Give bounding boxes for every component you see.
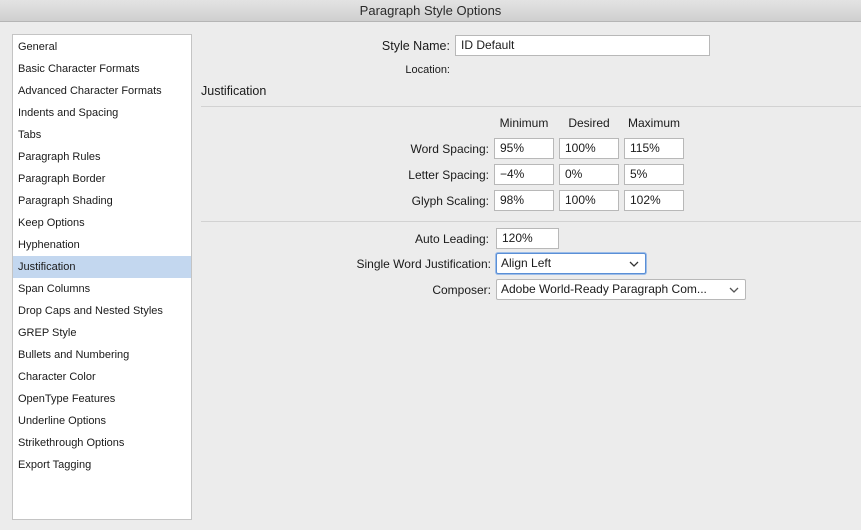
- sidebar-item-hyphenation[interactable]: Hyphenation: [13, 234, 191, 256]
- composer-label: Composer:: [432, 283, 491, 297]
- sidebar-item-tabs[interactable]: Tabs: [13, 124, 191, 146]
- word-spacing-maximum-input[interactable]: 115%: [624, 138, 684, 159]
- sidebar-item-indents-and-spacing[interactable]: Indents and Spacing: [13, 102, 191, 124]
- sidebar-item-grep-style[interactable]: GREP Style: [13, 322, 191, 344]
- chevron-down-icon: [628, 254, 640, 273]
- style-name-label: Style Name:: [381, 39, 450, 53]
- sidebar-item-character-color[interactable]: Character Color: [13, 366, 191, 388]
- sidebar-item-paragraph-rules[interactable]: Paragraph Rules: [13, 146, 191, 168]
- glyph-scaling-desired-input[interactable]: 100%: [559, 190, 619, 211]
- letter-spacing-desired-input[interactable]: 0%: [559, 164, 619, 185]
- glyph-scaling-maximum-input[interactable]: 102%: [624, 190, 684, 211]
- composer-value: Adobe World-Ready Paragraph Com...: [501, 282, 707, 296]
- glyph-scaling-minimum-input[interactable]: 98%: [494, 190, 554, 211]
- sidebar-item-keep-options[interactable]: Keep Options: [13, 212, 191, 234]
- options-divider: [201, 221, 861, 222]
- sidebar-item-span-columns[interactable]: Span Columns: [13, 278, 191, 300]
- chevron-down-icon: [728, 280, 740, 299]
- sidebar-item-drop-caps-and-nested-styles[interactable]: Drop Caps and Nested Styles: [13, 300, 191, 322]
- single-word-justification-select[interactable]: Align Left: [496, 253, 646, 274]
- word-spacing-label: Word Spacing:: [410, 142, 490, 156]
- letter-spacing-maximum-input[interactable]: 5%: [624, 164, 684, 185]
- sidebar-item-underline-options[interactable]: Underline Options: [13, 410, 191, 432]
- sidebar-item-bullets-and-numbering[interactable]: Bullets and Numbering: [13, 344, 191, 366]
- sidebar: General Basic Character Formats Advanced…: [12, 34, 192, 520]
- style-name-input[interactable]: ID Default: [455, 35, 710, 56]
- location-label: Location:: [405, 64, 450, 76]
- letter-spacing-minimum-input[interactable]: −4%: [494, 164, 554, 185]
- column-header-maximum: Maximum: [627, 116, 680, 130]
- window-title: Paragraph Style Options: [0, 0, 861, 22]
- sidebar-item-basic-character-formats[interactable]: Basic Character Formats: [13, 58, 191, 80]
- glyph-scaling-label: Glyph Scaling:: [411, 194, 489, 208]
- word-spacing-desired-input[interactable]: 100%: [559, 138, 619, 159]
- section-title: Justification: [201, 84, 267, 98]
- sidebar-item-export-tagging[interactable]: Export Tagging: [13, 454, 191, 476]
- column-header-desired: Desired: [568, 116, 610, 130]
- sidebar-item-justification[interactable]: Justification: [13, 256, 191, 278]
- sidebar-item-general[interactable]: General: [13, 36, 191, 58]
- word-spacing-minimum-input[interactable]: 95%: [494, 138, 554, 159]
- sidebar-item-paragraph-shading[interactable]: Paragraph Shading: [13, 190, 191, 212]
- composer-select[interactable]: Adobe World-Ready Paragraph Com...: [496, 279, 746, 300]
- letter-spacing-label: Letter Spacing:: [408, 168, 489, 182]
- sidebar-item-opentype-features[interactable]: OpenType Features: [13, 388, 191, 410]
- sidebar-item-strikethrough-options[interactable]: Strikethrough Options: [13, 432, 191, 454]
- single-word-justification-label: Single Word Justification:: [356, 257, 491, 271]
- single-word-justification-value: Align Left: [501, 256, 552, 270]
- auto-leading-label: Auto Leading:: [414, 232, 489, 246]
- auto-leading-input[interactable]: 120%: [496, 228, 559, 249]
- sidebar-item-paragraph-border[interactable]: Paragraph Border: [13, 168, 191, 190]
- section-divider: [201, 106, 861, 107]
- sidebar-item-advanced-character-formats[interactable]: Advanced Character Formats: [13, 80, 191, 102]
- column-header-minimum: Minimum: [499, 116, 549, 130]
